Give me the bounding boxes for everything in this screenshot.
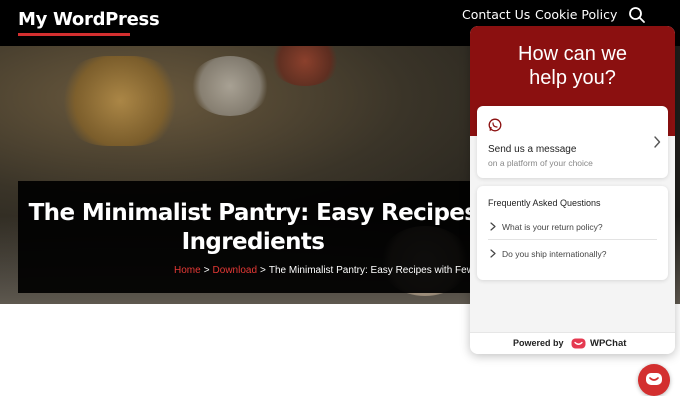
send-message-card[interactable]: Send us a message on a platform of your … — [477, 106, 668, 178]
post-title-line2: Ingredients — [181, 229, 325, 255]
breadcrumb-download[interactable]: Download — [213, 265, 257, 276]
post-title-line1: The Minimalist Pantry: Easy Recipes — [28, 200, 478, 226]
whatsapp-icon — [488, 118, 502, 132]
hero-background-dip — [190, 56, 270, 116]
breadcrumb-home[interactable]: Home — [174, 265, 201, 276]
chevron-right-icon — [490, 222, 496, 231]
post-title: The Minimalist Pantry: Easy Recipes Ingr… — [18, 199, 488, 257]
faq-item[interactable]: What is your return policy? — [488, 216, 657, 240]
wpchat-brand[interactable]: WPChat — [590, 338, 626, 349]
faq-question: What is your return policy? — [502, 222, 603, 232]
site-title-underline — [18, 33, 130, 36]
faq-title: Frequently Asked Questions — [488, 198, 601, 208]
faq-question: Do you ship internationally? — [502, 249, 607, 259]
send-message-title: Send us a message — [488, 144, 577, 155]
chat-widget-panel: How can we help you? Send us a message o… — [470, 26, 675, 354]
nav-cookie-policy[interactable]: Cookie Policy — [535, 7, 617, 22]
chevron-right-icon — [654, 136, 661, 148]
breadcrumb-current: The Minimalist Pantry: Easy Recipes with… — [268, 265, 488, 276]
page: My WordPress Contact Us Cookie Policy Th… — [0, 0, 680, 396]
site-title[interactable]: My WordPress — [18, 9, 160, 30]
chat-heading: How can we help you? — [470, 42, 675, 90]
search-icon[interactable] — [628, 6, 646, 24]
breadcrumb-separator: > — [260, 265, 266, 276]
breadcrumb: Home > Download > The Minimalist Pantry: Eas… — [174, 265, 488, 276]
chat-heading-line1: How can we — [518, 43, 627, 65]
chat-heading-line2: help you? — [529, 67, 616, 89]
breadcrumb-separator: > — [203, 265, 210, 276]
hero-background-food — [60, 56, 180, 146]
send-message-subtitle: on a platform of your choice — [488, 158, 593, 168]
powered-by-label: Powered by — [513, 338, 564, 348]
powered-by-bar: Powered by WPChat — [470, 332, 675, 354]
chat-smile-icon — [646, 373, 662, 385]
nav-contact-us[interactable]: Contact Us — [462, 7, 530, 22]
wpchat-logo-icon — [571, 338, 586, 349]
faq-item[interactable]: Do you ship internationally? — [488, 243, 657, 267]
post-title-box: The Minimalist Pantry: Easy Recipes Ingr… — [18, 181, 488, 293]
hero-background-sauce — [270, 46, 340, 86]
chat-launcher-button[interactable] — [638, 364, 670, 396]
chevron-right-icon — [490, 249, 496, 258]
faq-card: Frequently Asked Questions What is your … — [477, 186, 668, 280]
